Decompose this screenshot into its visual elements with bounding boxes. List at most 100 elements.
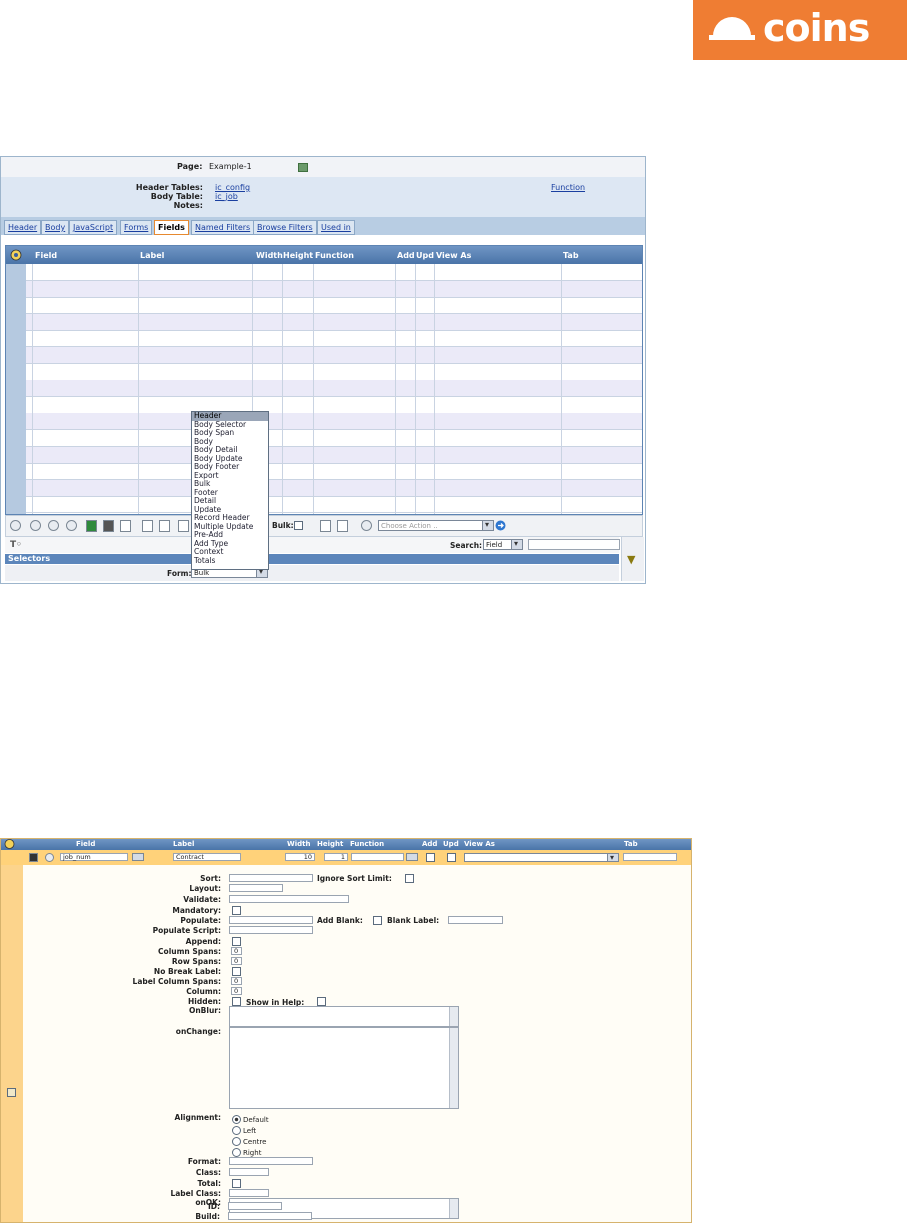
col-width[interactable]: Width (287, 840, 310, 848)
column-input[interactable]: 0 (231, 987, 242, 995)
tab-header[interactable]: Header (4, 220, 42, 235)
collapse-icon[interactable] (7, 1088, 16, 1097)
sort-input[interactable] (229, 874, 313, 882)
next-page-icon[interactable] (48, 520, 59, 531)
action-select[interactable]: Choose Action .. (378, 519, 494, 531)
scrollbar[interactable] (449, 1199, 458, 1218)
table-row[interactable] (6, 264, 642, 281)
function-link[interactable]: Function (551, 183, 585, 192)
table-row[interactable] (6, 297, 642, 315)
table-row[interactable] (6, 397, 642, 414)
table-row[interactable] (6, 280, 642, 298)
print-icon[interactable] (103, 520, 114, 532)
col-function[interactable]: Function (350, 840, 384, 848)
col-view-as[interactable]: View As (464, 840, 495, 848)
row-selector-column[interactable] (6, 264, 26, 514)
col-field[interactable]: Field (76, 840, 95, 848)
total-checkbox[interactable] (232, 1179, 241, 1188)
function-input[interactable] (351, 853, 404, 861)
tab-browse-filters[interactable]: Browse Filters (253, 220, 317, 235)
ignore-sort-limit-checkbox[interactable] (405, 874, 414, 883)
table-row[interactable] (6, 347, 642, 364)
search-input[interactable] (528, 539, 620, 550)
validate-input[interactable] (229, 895, 349, 903)
grid-icon[interactable] (298, 163, 308, 172)
append-checkbox[interactable] (232, 937, 241, 946)
id-input[interactable] (228, 1202, 282, 1210)
align-left-radio[interactable] (232, 1126, 241, 1135)
format-input[interactable] (229, 1157, 313, 1165)
col-function[interactable]: Function (315, 251, 354, 260)
col-height[interactable]: Height (283, 251, 313, 260)
scrollbar[interactable] (449, 1028, 458, 1108)
col-add[interactable]: Add (422, 840, 437, 848)
body-table-link[interactable]: ic_job (215, 192, 238, 201)
upd-checkbox[interactable] (447, 853, 456, 862)
paste-icon[interactable] (178, 520, 189, 532)
settings-icon[interactable] (361, 520, 372, 531)
table-row[interactable] (6, 413, 642, 431)
search-field-select[interactable]: Field (483, 538, 523, 550)
form-dropdown-list[interactable]: Header Body Selector Body Span Body Body Det… (191, 411, 269, 570)
first-page-icon[interactable] (10, 520, 21, 531)
align-default-radio[interactable] (232, 1115, 241, 1124)
row-spans-input[interactable]: 0 (231, 957, 242, 965)
table-row[interactable] (6, 313, 642, 331)
table-row[interactable] (6, 463, 642, 481)
col-add[interactable]: Add (397, 251, 415, 260)
funnel-icon[interactable]: ▼ (627, 553, 635, 566)
col-tab[interactable]: Tab (624, 840, 638, 848)
table-row[interactable] (6, 479, 642, 497)
grid-settings-icon[interactable] (4, 839, 15, 849)
view-as-select[interactable] (464, 852, 619, 863)
col-field[interactable]: Field (35, 251, 57, 260)
hidden-checkbox[interactable] (232, 997, 241, 1006)
build-input[interactable] (228, 1212, 312, 1220)
align-centre-radio[interactable] (232, 1137, 241, 1146)
header-tables-link[interactable]: ic_config (215, 183, 250, 192)
no-break-label-checkbox[interactable] (232, 967, 241, 976)
show-in-help-checkbox[interactable] (317, 997, 326, 1006)
col-upd[interactable]: Upd (416, 251, 434, 260)
tab-javascript[interactable]: JavaScript (69, 220, 118, 235)
populate-script-input[interactable] (229, 926, 313, 934)
settings-icon[interactable] (45, 853, 54, 862)
onchange-textarea[interactable] (229, 1027, 459, 1109)
function-lookup-button[interactable] (406, 853, 418, 861)
copy-icon[interactable] (159, 520, 170, 532)
tab-used-in[interactable]: Used in (317, 220, 355, 235)
class-input[interactable] (229, 1168, 269, 1176)
table-row[interactable] (6, 330, 642, 348)
last-page-icon[interactable] (66, 520, 77, 531)
layout-input[interactable] (229, 884, 283, 892)
tab-named-filters[interactable]: Named Filters (191, 220, 255, 235)
align-right-radio[interactable] (232, 1148, 241, 1157)
col-upd[interactable]: Upd (443, 840, 459, 848)
tab-forms[interactable]: Forms (120, 220, 153, 235)
table-row[interactable] (6, 380, 642, 398)
field-lookup-button[interactable] (132, 853, 144, 861)
tab-input[interactable] (623, 853, 677, 861)
field-input[interactable]: job_num (60, 853, 128, 861)
width-input[interactable]: 10 (285, 853, 315, 861)
col-tab[interactable]: Tab (563, 251, 579, 260)
tab-fields[interactable]: Fields (154, 220, 189, 235)
dropdown-option[interactable]: Totals (192, 556, 268, 566)
preview-icon[interactable] (320, 520, 331, 532)
populate-input[interactable] (229, 916, 313, 924)
label-column-spans-input[interactable]: 0 (231, 977, 242, 985)
table-row[interactable] (6, 430, 642, 447)
col-label[interactable]: Label (140, 251, 164, 260)
label-class-input[interactable] (229, 1189, 269, 1197)
height-input[interactable]: 1 (324, 853, 348, 861)
col-label[interactable]: Label (173, 840, 194, 848)
table-row[interactable] (6, 446, 642, 464)
scrollbar[interactable] (449, 1007, 458, 1026)
table-row[interactable] (6, 364, 642, 381)
delete-icon[interactable] (337, 520, 348, 532)
onblur-textarea[interactable] (229, 1006, 459, 1027)
blank-label-input[interactable] (448, 916, 503, 924)
tab-body[interactable]: Body (41, 220, 70, 235)
col-width[interactable]: Width (256, 251, 283, 260)
grid-settings-icon[interactable] (10, 249, 22, 261)
